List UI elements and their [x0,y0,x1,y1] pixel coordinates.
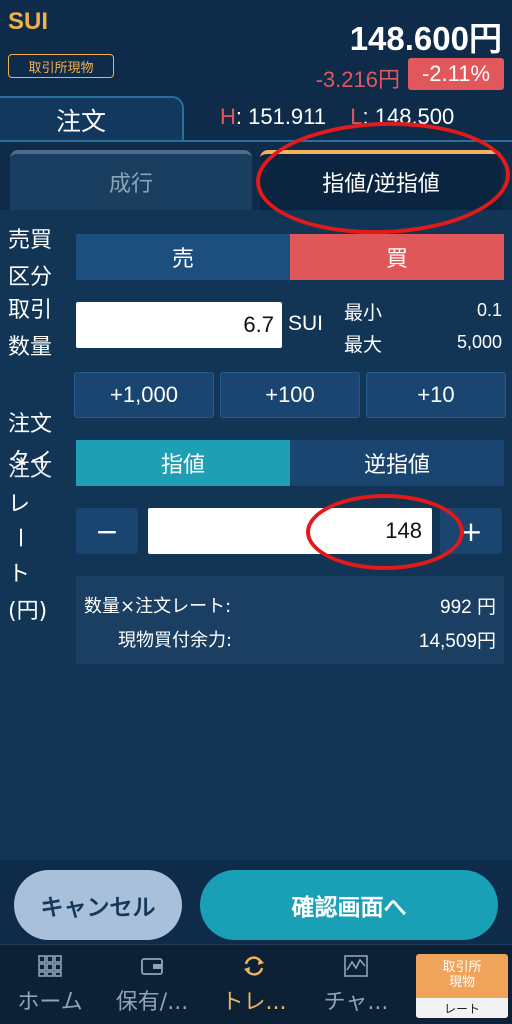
summary-qty-rate-label: 数量×注文レート: [84,596,232,617]
high-value: : 151.911 [235,104,327,129]
rate-label: 注文 タイ 注文 レ ー ト (円) [7,406,53,630]
qty-label-line2: 数量 [8,335,53,360]
quantity-unit: SUI [288,312,324,335]
symbol-name: SUI [8,8,49,35]
exchange-arrows-icon [244,956,264,976]
confirm-button[interactable]: 確認画面へ [200,870,498,940]
rate-label-line4: ー [6,526,32,549]
market-badge: 取引所現物 [8,54,114,78]
add-10-button[interactable]: +10 [366,372,506,418]
add-1000-button[interactable]: +1,000 [74,372,214,418]
grid-icon [38,955,62,977]
limit-type-button[interactable]: 指値 [76,440,290,486]
side-label-line2: 区分 [8,265,53,290]
summary-available-value: 14,509円 [418,631,496,652]
quantity-input[interactable]: 6.7 [76,302,282,348]
rate-label-line1: 注文 [8,412,53,437]
tab-market-order[interactable]: 成行 [10,150,252,210]
sell-button[interactable]: 売 [76,234,290,280]
side-label: 売買 区分 [8,222,52,296]
cancel-button[interactable]: キャンセル [14,870,182,940]
price-change-percent: -2.11% [408,58,504,90]
rate-decrement-button[interactable]: − [76,508,138,554]
tab-order-label: 注文 [55,107,106,136]
add-100-button[interactable]: +100 [220,372,360,418]
summary-qty-rate-value: 992 円 [440,597,496,618]
max-value: 5,000 [456,332,502,352]
nav-item-chart[interactable]: チャ... [306,946,406,1024]
rate-badge-sublabel: レート [416,998,508,1018]
side-label-line1: 売買 [8,228,53,253]
annotation-circle-rate [306,494,464,570]
nav-item-holdings[interactable]: 保有/... [102,946,202,1024]
qty-label-line1: 取引 [8,298,53,323]
nav-item-trade[interactable]: トレ... [204,946,304,1024]
tab-order[interactable]: 注文 [0,96,184,142]
rate-label-line3: レ [8,492,31,517]
price-change: -3.216円 [315,67,400,92]
nav-label-trade: トレ... [221,990,287,1015]
min-label: 最小 [344,302,383,324]
rate-label-line2: タイ 注文 [8,443,52,482]
stop-type-button[interactable]: 逆指値 [290,440,504,486]
rate-board-button[interactable]: 取引所 現物 レート [416,954,508,1018]
high-key: H [220,104,236,129]
rate-badge-label: 取引所 現物 [442,960,482,990]
rate-label-line5: ト [8,562,31,587]
rate-label-overlap-b: 注文 [8,457,53,482]
wallet-icon [141,958,163,975]
nav-item-home[interactable]: ホーム [0,946,100,1024]
rate-label-line6: (円) [8,599,48,624]
nav-label-home: ホーム [17,990,83,1015]
nav-label-chart: チャ... [323,990,389,1015]
current-price: 148.600円 [349,20,502,57]
buy-button[interactable]: 買 [290,234,504,280]
nav-label-holdings: 保有/... [115,990,189,1015]
chart-icon [344,955,368,977]
min-value: 0.1 [476,300,502,320]
qty-label: 取引 数量 [8,292,52,366]
max-label: 最大 [344,334,383,356]
summary-available-label: 現物買付余力: [118,630,233,651]
